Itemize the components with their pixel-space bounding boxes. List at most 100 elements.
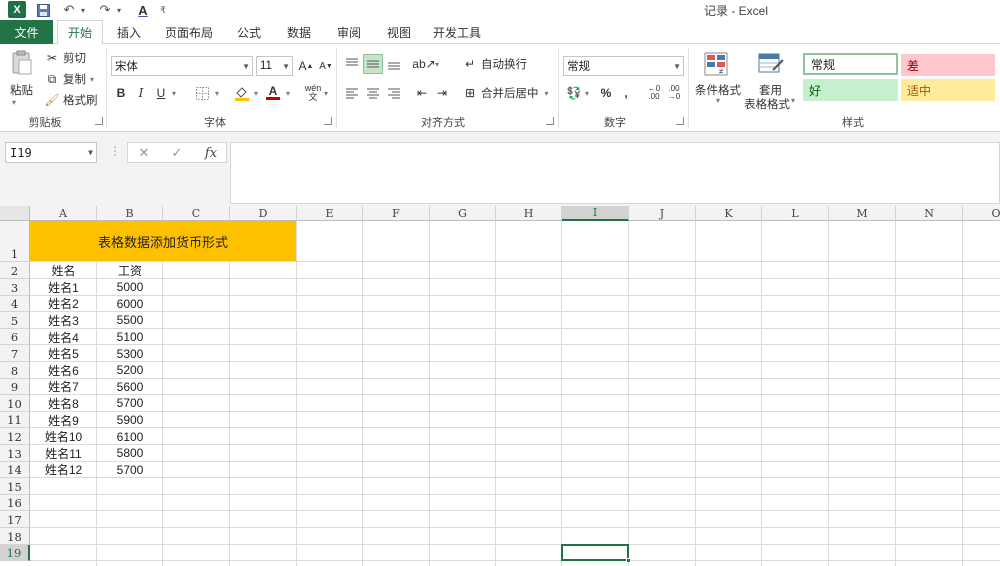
merge-center-button[interactable]: ⊞ 合并后居中 ▾ <box>462 85 549 101</box>
tab-developer[interactable]: 开发工具 <box>428 20 486 44</box>
cell-salary[interactable]: 5800 <box>97 445 163 462</box>
borders-icon[interactable] <box>192 83 212 103</box>
cell-name[interactable]: 姓名12 <box>30 462 97 479</box>
tab-insert[interactable]: 插入 <box>108 20 150 44</box>
bold-button[interactable]: B <box>111 83 131 103</box>
cell-salary[interactable]: 5100 <box>97 329 163 346</box>
conditional-format-dropdown-icon[interactable]: ▾ <box>716 96 720 105</box>
cell-name[interactable]: 姓名10 <box>30 428 97 445</box>
tab-page-layout[interactable]: 页面布局 <box>158 20 220 44</box>
column-header-o[interactable]: O <box>963 206 1000 221</box>
increase-indent-icon[interactable]: ⇥ <box>432 83 452 103</box>
tab-view[interactable]: 视图 <box>378 20 420 44</box>
cell-salary[interactable]: 5500 <box>97 312 163 329</box>
style-neutral[interactable]: 适中 <box>901 79 995 101</box>
enter-icon[interactable]: ✓ <box>165 143 189 163</box>
row-header-11[interactable]: 11 <box>0 411 30 429</box>
style-bad[interactable]: 差 <box>901 54 995 76</box>
decrease-decimal-icon[interactable]: .00 →0 <box>664 83 684 103</box>
row-header-12[interactable]: 12 <box>0 428 30 445</box>
align-top-icon[interactable] <box>342 54 362 74</box>
orientation-icon[interactable]: ab↗ <box>412 54 435 74</box>
phonetic-dropdown-icon[interactable]: ▾ <box>321 83 331 103</box>
decrease-indent-icon[interactable]: ⇤ <box>412 83 432 103</box>
underline-dropdown-icon[interactable]: ▾ <box>169 83 179 103</box>
column-header-f[interactable]: F <box>363 206 430 221</box>
column-header-j[interactable]: J <box>629 206 696 221</box>
cell-salary[interactable]: 5700 <box>97 395 163 412</box>
row-header-17[interactable]: 17 <box>0 511 30 528</box>
row-header-7[interactable]: 7 <box>0 345 30 362</box>
fill-color-icon[interactable] <box>232 83 252 103</box>
comma-button[interactable]: , <box>616 83 636 103</box>
copy-button[interactable]: ⧉ 复制 ▾ <box>44 71 94 87</box>
column-header-g[interactable]: G <box>430 206 496 221</box>
cell-salary[interactable]: 5700 <box>97 462 163 479</box>
cut-button[interactable]: ✂ 剪切 <box>44 50 86 66</box>
number-format-combo[interactable]: 常规 ▼ <box>563 56 684 76</box>
tab-home[interactable]: 开始 <box>57 20 103 45</box>
font-name-combo[interactable]: 宋体 ▼ <box>111 56 253 76</box>
fill-color-dropdown-icon[interactable]: ▾ <box>251 83 261 103</box>
cell-name[interactable]: 姓名2 <box>30 296 97 313</box>
increase-decimal-icon[interactable]: ←0.00 <box>644 83 664 103</box>
column-header-b[interactable]: B <box>97 206 163 221</box>
cell-salary[interactable]: 5600 <box>97 379 163 396</box>
align-center-icon[interactable] <box>363 83 383 103</box>
underline-button[interactable]: U <box>151 83 171 103</box>
cell-name[interactable]: 姓名8 <box>30 395 97 412</box>
column-header-n[interactable]: N <box>896 206 963 221</box>
cell-salary[interactable]: 5300 <box>97 345 163 362</box>
header-cell-salary[interactable]: 工资 <box>97 262 163 279</box>
percent-button[interactable]: % <box>596 83 616 103</box>
select-all-corner[interactable] <box>0 206 30 221</box>
alignment-launcher-icon[interactable] <box>546 117 554 125</box>
row-header-18[interactable]: 18 <box>0 528 30 545</box>
style-normal[interactable]: 常规 <box>803 53 898 75</box>
column-header-k[interactable]: K <box>696 206 762 221</box>
currency-dropdown-icon[interactable]: ▾ <box>582 83 592 103</box>
cell-salary[interactable]: 6100 <box>97 428 163 445</box>
fill-handle[interactable] <box>626 558 631 564</box>
cell-name[interactable]: 姓名7 <box>30 379 97 396</box>
row-header-10[interactable]: 10 <box>0 395 30 412</box>
italic-button[interactable]: I <box>131 83 151 103</box>
align-left-icon[interactable] <box>342 83 362 103</box>
formula-input[interactable] <box>230 142 1000 204</box>
row-header-15[interactable]: 15 <box>0 478 30 495</box>
cell-name[interactable]: 姓名9 <box>30 412 97 429</box>
header-cell-name[interactable]: 姓名 <box>30 262 97 279</box>
copy-dropdown-icon[interactable]: ▾ <box>90 75 94 84</box>
row-header-9[interactable]: 9 <box>0 378 30 396</box>
currency-icon[interactable]: 💱 <box>564 83 584 103</box>
conditional-format-icon[interactable]: ≠ <box>702 50 730 78</box>
align-bottom-icon[interactable] <box>384 54 404 74</box>
column-header-e[interactable]: E <box>297 206 363 221</box>
table-format-label2[interactable]: 表格格式 <box>744 96 790 112</box>
clipboard-launcher-icon[interactable] <box>95 117 103 125</box>
tab-file[interactable]: 文件 <box>0 20 53 44</box>
style-good[interactable]: 好 <box>803 79 898 101</box>
row-header-1[interactable]: 1 <box>0 221 30 262</box>
align-right-icon[interactable] <box>384 83 404 103</box>
font-launcher-icon[interactable] <box>324 117 332 125</box>
increase-font-icon[interactable]: A ▲ <box>296 56 316 76</box>
cell-salary[interactable]: 5200 <box>97 362 163 379</box>
tab-formulas[interactable]: 公式 <box>228 20 270 44</box>
tab-data[interactable]: 数据 <box>278 20 320 44</box>
cell-name[interactable]: 姓名3 <box>30 312 97 329</box>
font-size-combo[interactable]: 11 ▼ <box>256 56 293 76</box>
paste-dropdown-icon[interactable]: ▾ <box>12 98 16 107</box>
column-header-c[interactable]: C <box>163 206 230 221</box>
tab-review[interactable]: 审阅 <box>328 20 370 44</box>
more-icon[interactable]: ⋮ <box>109 144 121 158</box>
align-middle-icon[interactable] <box>363 54 383 74</box>
sheet-title-cell[interactable]: 表格数据添加货币形式 <box>30 221 296 261</box>
borders-dropdown-icon[interactable]: ▾ <box>212 83 222 103</box>
cell-salary[interactable]: 6000 <box>97 296 163 313</box>
format-painter-button[interactable]: 🖌 格式刷 <box>44 92 97 108</box>
column-header-l[interactable]: L <box>762 206 829 221</box>
font-color-icon[interactable]: A <box>263 83 283 103</box>
row-header-8[interactable]: 8 <box>0 362 30 379</box>
cell-salary[interactable]: 5000 <box>97 279 163 296</box>
